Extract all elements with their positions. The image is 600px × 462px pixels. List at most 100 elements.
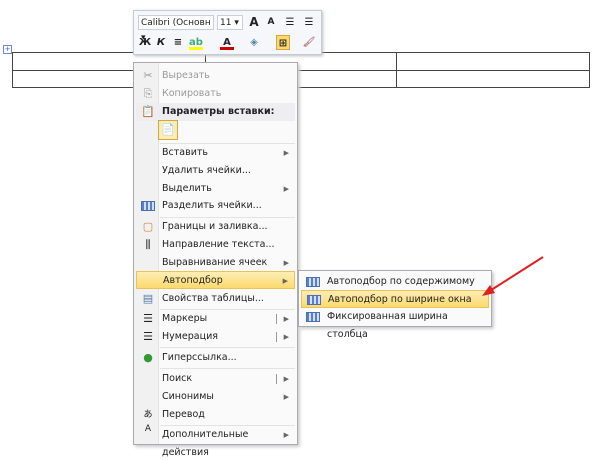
autofit-submenu: Автоподбор по содержимому Автоподбор по … <box>298 270 492 340</box>
font-color-button[interactable]: A <box>220 35 234 50</box>
scissors-icon: ✂ <box>143 69 153 82</box>
table-column-divider <box>396 53 397 87</box>
format-painter-icon[interactable]: 🖌 <box>302 35 316 50</box>
split-divider <box>276 314 277 324</box>
numbering-icon: ☰ <box>143 330 153 343</box>
decrease-indent-icon[interactable]: ☰ <box>283 15 297 30</box>
menu-item-synonyms[interactable]: Синонимы ▶ <box>136 388 295 406</box>
menu-item-label: Гиперссылка... <box>162 352 237 363</box>
menu-item-copy[interactable]: ⎘ Копировать <box>136 85 295 103</box>
menu-item-cut[interactable]: ✂ Вырезать <box>136 67 295 85</box>
font-name-value: Calibri (Основн <box>141 18 211 28</box>
menu-item-label: Свойства таблицы... <box>162 293 264 304</box>
submenu-arrow-icon: ▶ <box>283 375 289 383</box>
table-row-divider <box>13 70 589 71</box>
autofit-contents-item[interactable]: Автоподбор по содержимому <box>301 273 489 291</box>
autofit-window-item[interactable]: Автоподбор по ширине окна <box>301 290 489 308</box>
annotation-arrow-icon <box>482 256 544 296</box>
menu-item-label: Выделить <box>162 183 212 194</box>
menu-item-translate[interactable]: あA Перевод <box>136 406 295 434</box>
center-align-icon[interactable]: ≡ <box>171 35 185 50</box>
submenu-arrow-icon: ▶ <box>283 185 289 193</box>
borders-shading-icon: ▢ <box>142 220 154 233</box>
menu-item-autofit[interactable]: Автоподбор ▶ <box>136 271 295 289</box>
menu-item-borders[interactable]: ▢ Границы и заливка... <box>136 218 295 236</box>
context-menu: ✂ Вырезать ⎘ Копировать 📋 Параметры вставки… <box>133 62 298 458</box>
menu-item-label: Фиксированная ширина столбца <box>327 311 448 340</box>
table-move-handle[interactable]: + <box>3 45 12 54</box>
menu-item-bullets[interactable]: ☰ Маркеры ▶ <box>136 310 295 328</box>
paste-keep-formatting-icon[interactable]: 📄 <box>158 120 178 140</box>
menu-item-label: Автоподбор по содержимому <box>327 276 475 287</box>
text-direction-icon: ⫼ <box>145 238 151 251</box>
submenu-arrow-icon: ▶ <box>282 277 288 285</box>
borders-icon[interactable]: ⊞ <box>276 35 290 50</box>
hyperlink-globe-icon: ● <box>143 351 153 364</box>
menu-item-hyperlink[interactable]: ● Гиперссылка... <box>136 349 295 367</box>
italic-icon: К <box>156 37 166 48</box>
menu-item-label: Дополнительные действия <box>162 429 249 458</box>
menu-item-label: Синонимы <box>162 391 214 402</box>
mini-toolbar: Calibri (Основн ▾ 11 ▾ A A ☰ ☰ Ж К ≡ ab … <box>133 10 322 55</box>
split-cells-icon <box>141 201 155 211</box>
submenu-arrow-icon: ▶ <box>283 259 289 267</box>
menu-item-label: Автоподбор по ширине окна <box>328 294 472 305</box>
submenu-arrow-icon: ▶ <box>283 149 289 157</box>
fixed-width-icon <box>306 312 320 322</box>
menu-item-label: Разделить ячейки... <box>162 200 262 211</box>
menu-item-label: Нумерация <box>162 331 218 342</box>
shrink-font-button[interactable]: A <box>264 15 278 30</box>
menu-item-numbering[interactable]: ☰ Нумерация ▶ <box>136 328 295 346</box>
shrink-font-icon: A <box>267 17 275 27</box>
menu-item-cell-alignment[interactable]: Выравнивание ячеек ▶ <box>136 254 295 272</box>
submenu-arrow-icon: ▶ <box>283 315 289 323</box>
submenu-arrow-icon: ▶ <box>283 393 289 401</box>
copy-icon: ⎘ <box>143 87 153 100</box>
highlight-color-icon[interactable]: ab <box>189 35 203 50</box>
bold-icon: Ж <box>138 37 152 48</box>
menu-divider <box>160 347 295 348</box>
fixed-column-width-item[interactable]: Фиксированная ширина столбца <box>301 308 489 340</box>
font-size-dropdown[interactable]: 11 ▾ <box>217 15 243 30</box>
menu-item-table-properties[interactable]: ▤ Свойства таблицы... <box>136 290 295 308</box>
grow-font-button[interactable]: A <box>247 15 261 30</box>
menu-item-label: Параметры вставки: <box>162 106 275 117</box>
font-size-value: 11 <box>220 18 232 28</box>
menu-item-delete-cells[interactable]: Удалить ячейки... <box>136 162 295 180</box>
shading-icon[interactable]: ◈ <box>247 35 261 50</box>
autofit-contents-icon <box>306 277 320 287</box>
menu-item-label: Выравнивание ячеек <box>162 257 268 268</box>
menu-item-label: Поиск <box>162 373 193 384</box>
menu-item-label: Копировать <box>162 88 222 99</box>
font-name-dropdown[interactable]: Calibri (Основн ▾ <box>138 15 214 43</box>
menu-item-text-direction[interactable]: ⫼ Направление текста... <box>136 236 295 254</box>
menu-item-label: Вставить <box>162 147 209 158</box>
bold-button[interactable]: Ж <box>138 35 152 50</box>
menu-item-search[interactable]: Поиск ▶ <box>136 370 295 388</box>
menu-divider <box>160 368 295 369</box>
translate-icon: あA <box>143 410 153 434</box>
menu-item-more-actions[interactable]: Дополнительные действия ▶ <box>136 426 295 458</box>
menu-item-insert[interactable]: Вставить ▶ <box>136 144 295 162</box>
table-properties-icon: ▤ <box>142 292 154 305</box>
italic-button[interactable]: К <box>154 35 168 50</box>
split-divider <box>276 374 277 384</box>
menu-item-label: Маркеры <box>162 313 208 324</box>
increase-indent-icon[interactable]: ☰ <box>302 15 316 30</box>
menu-item-label: Направление текста... <box>162 239 275 250</box>
paste-options-header: 📋 Параметры вставки: <box>136 103 295 121</box>
menu-item-label: Границы и заливка... <box>162 221 268 232</box>
bullets-icon: ☰ <box>143 312 153 325</box>
split-divider <box>276 332 277 342</box>
menu-item-select[interactable]: Выделить ▶ <box>136 180 295 198</box>
submenu-arrow-icon: ▶ <box>283 431 289 439</box>
menu-item-split-cells[interactable]: Разделить ячейки... <box>136 197 295 215</box>
autofit-window-icon <box>307 295 321 305</box>
paste-icon: 📋 <box>141 105 155 118</box>
menu-item-label: Перевод <box>162 409 205 420</box>
menu-item-label: Автоподбор <box>163 275 223 286</box>
document-table[interactable] <box>12 52 590 88</box>
submenu-arrow-icon: ▶ <box>283 333 289 341</box>
menu-item-label: Удалить ячейки... <box>162 165 251 176</box>
menu-item-label: Вырезать <box>162 70 210 81</box>
